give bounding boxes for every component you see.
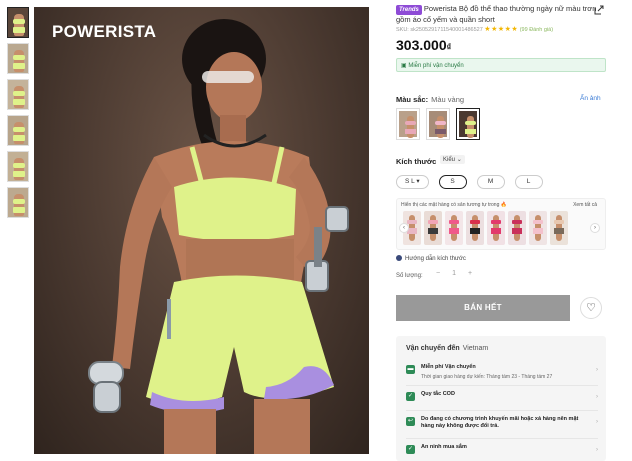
divider bbox=[406, 438, 598, 439]
divider bbox=[406, 410, 598, 411]
model-illustration bbox=[88, 19, 349, 454]
shipping-row-sub: Thời gian giao hàng dự kiến: Tháng tám 2… bbox=[421, 374, 553, 380]
carousel-next-icon[interactable]: › bbox=[590, 223, 600, 233]
see-all-link[interactable]: Xem tất cả bbox=[573, 202, 597, 208]
divider bbox=[406, 385, 598, 386]
chevron-right-icon: › bbox=[596, 447, 598, 453]
selected-color: Màu vàng bbox=[431, 95, 465, 104]
product-title: Trends Powerista Bộ đồ thể thao thường ng… bbox=[396, 4, 606, 25]
quantity-value: 1 bbox=[452, 270, 456, 277]
chevron-right-icon: › bbox=[596, 367, 598, 373]
quantity-stepper[interactable]: − 1 + bbox=[436, 270, 472, 277]
sku-text: SKU: sk2505291711540001486527 bbox=[396, 27, 483, 33]
ship-country: Vietnam bbox=[462, 345, 489, 352]
thumbnail-image[interactable] bbox=[7, 115, 29, 146]
similar-item[interactable] bbox=[424, 211, 442, 245]
size-guide-link[interactable]: Hướng dẫn kích thước bbox=[396, 255, 466, 262]
similar-item[interactable] bbox=[550, 211, 568, 245]
shipping-info-box: Vận chuyển đến Vietnam ▬ Miễn phí Vận chuy… bbox=[396, 336, 606, 461]
size-option[interactable]: M bbox=[476, 175, 505, 189]
color-swatches bbox=[396, 108, 480, 140]
size-option[interactable]: S L ▾ bbox=[396, 175, 429, 189]
similar-item[interactable] bbox=[466, 211, 484, 245]
product-price: 303.000₫ bbox=[396, 37, 452, 53]
shipping-row-title: An ninh mua sắm bbox=[421, 444, 467, 450]
quantity-label: Số lượng: bbox=[396, 273, 423, 279]
review-count-link[interactable]: (99 Đánh giá) bbox=[520, 27, 553, 33]
sold-out-button[interactable]: BÁN HẾT bbox=[396, 295, 570, 321]
hide-images-link[interactable]: Ẩn ảnh bbox=[580, 95, 601, 102]
truck-icon: ▬ bbox=[406, 365, 415, 374]
size-label: Kích thước bbox=[396, 157, 437, 166]
shield-check-icon: ✓ bbox=[406, 392, 415, 401]
shipping-row-title: Do đang có chương trình khuyến mãi hoặc … bbox=[421, 416, 579, 429]
size-option[interactable]: S bbox=[438, 175, 467, 189]
color-swatch[interactable] bbox=[456, 108, 480, 140]
thumbnail-image[interactable] bbox=[7, 7, 29, 38]
color-swatch[interactable] bbox=[396, 108, 420, 140]
carousel-prev-icon[interactable]: ‹ bbox=[399, 223, 409, 233]
similar-items-panel: Hiển thị các mặt hàng có sản tương tự tr… bbox=[396, 198, 606, 250]
color-swatch[interactable] bbox=[426, 108, 450, 140]
trend-badge: Trends bbox=[396, 5, 422, 15]
fire-icon: 🔥 bbox=[500, 202, 507, 208]
thumbnail-image[interactable] bbox=[7, 43, 29, 74]
size-options: S L ▾ S M L bbox=[396, 175, 543, 189]
size-option[interactable]: L bbox=[514, 175, 543, 189]
ship-to-heading[interactable]: Vận chuyển đến Vietnam bbox=[406, 345, 488, 352]
thumbnail-list bbox=[7, 7, 31, 223]
free-shipping-banner: ▣ Miễn phí vận chuyển bbox=[396, 58, 606, 72]
thumbnail-image[interactable] bbox=[7, 79, 29, 110]
product-main-image[interactable]: POWERISTA bbox=[34, 7, 369, 454]
product-title-text: Powerista Bộ đồ thể thao thường ngày nữ … bbox=[396, 4, 597, 24]
return-icon: ↩ bbox=[406, 417, 415, 426]
thumbnail-image[interactable] bbox=[7, 187, 29, 218]
similar-item[interactable] bbox=[508, 211, 526, 245]
similar-items-row bbox=[403, 211, 568, 245]
ruler-icon bbox=[396, 255, 402, 261]
share-icon[interactable] bbox=[594, 5, 604, 15]
chevron-right-icon: › bbox=[596, 394, 598, 400]
chevron-down-icon: ⌄ bbox=[456, 157, 462, 163]
shipping-row-title: Quy tắc COD bbox=[421, 391, 455, 397]
wishlist-heart-icon[interactable]: ♡ bbox=[580, 297, 602, 319]
sku-rating-row: SKU: sk2505291711540001486527 ★★★★★ (99 … bbox=[396, 25, 553, 33]
similar-item[interactable] bbox=[529, 211, 547, 245]
truck-icon: ▣ bbox=[401, 63, 407, 69]
rating-stars: ★★★★★ bbox=[484, 26, 519, 33]
color-label: Màu sắc: Màu vàng bbox=[396, 95, 465, 104]
similar-item[interactable] bbox=[445, 211, 463, 245]
similar-items-title: Hiển thị các mặt hàng có sản tương tự tr… bbox=[401, 202, 507, 208]
similar-item[interactable] bbox=[487, 211, 505, 245]
thumbnail-image[interactable] bbox=[7, 151, 29, 182]
brand-logo: POWERISTA bbox=[52, 22, 157, 41]
quantity-minus-button[interactable]: − bbox=[436, 270, 440, 277]
shipping-row-title: Miễn phí Vận chuyển bbox=[421, 364, 476, 370]
quantity-plus-button[interactable]: + bbox=[468, 270, 472, 277]
size-type-dropdown[interactable]: Kiểu ⌄ bbox=[440, 155, 465, 164]
free-shipping-text: Miễn phí vận chuyển bbox=[408, 63, 464, 69]
secure-icon: ✓ bbox=[406, 445, 415, 454]
chevron-right-icon: › bbox=[596, 419, 598, 425]
